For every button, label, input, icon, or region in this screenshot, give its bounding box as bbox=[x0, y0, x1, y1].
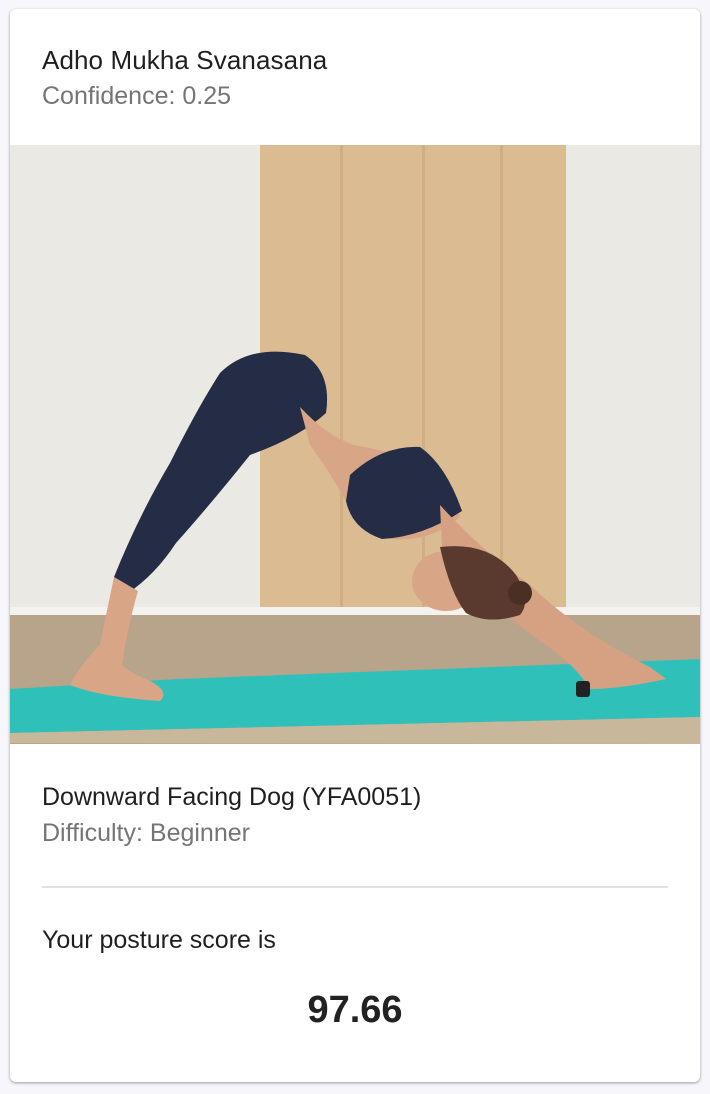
curtain-fold bbox=[340, 145, 343, 623]
pose-title: Adho Mukha Svanasana bbox=[42, 45, 328, 75]
pose-illustration bbox=[10, 145, 700, 744]
curtain-fold bbox=[500, 145, 503, 623]
watch bbox=[576, 681, 590, 697]
score-label: Your posture score is bbox=[42, 926, 276, 954]
card-header: Adho Mukha Svanasana Confidence: 0.25 bbox=[10, 9, 700, 145]
curtain-fold bbox=[422, 145, 425, 623]
divider bbox=[42, 886, 668, 888]
pose-name: Downward Facing Dog (YFA0051) bbox=[42, 783, 422, 811]
pose-result-card: Adho Mukha Svanasana Confidence: 0.25 Do… bbox=[10, 9, 700, 1082]
confidence-text: Confidence: 0.25 bbox=[42, 82, 232, 110]
hair-bun bbox=[508, 581, 532, 605]
pose-image bbox=[10, 145, 700, 744]
score-value: 97.66 bbox=[307, 989, 403, 1031]
difficulty-text: Difficulty: Beginner bbox=[42, 819, 250, 847]
